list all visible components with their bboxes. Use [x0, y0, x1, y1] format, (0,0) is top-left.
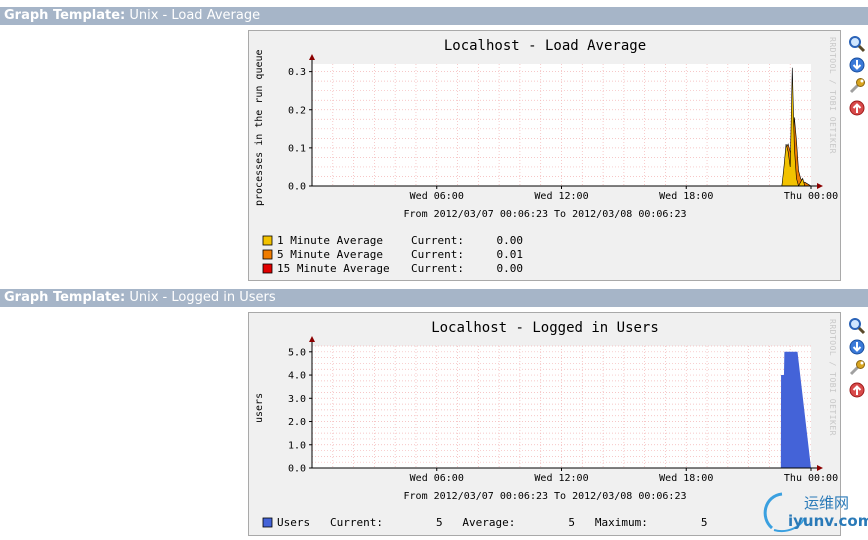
y-tick-label: 0.0	[288, 464, 306, 475]
legend: 1 Minute Average Current: 0.00 5 Minute Ave…	[262, 234, 524, 275]
y-tick-label: 4.0	[288, 371, 306, 382]
graph-title: Localhost - Load Average	[444, 38, 646, 54]
move-up-icon[interactable]	[848, 99, 866, 117]
watermark-en: iyunv.com	[788, 512, 868, 530]
y-tick-label: 1.0	[288, 440, 306, 451]
legend-swatch	[262, 517, 273, 528]
load-average-graph[interactable]: Localhost - Load Average processes in th…	[248, 30, 841, 281]
legend-stat-value: 0.00	[497, 234, 524, 247]
y-axis-label: users	[254, 393, 265, 423]
y-tick-label: 0.3	[288, 67, 306, 78]
plot-area: 0.0 0.1 0.2 0.3 Wed 06:00 Wed 12:00 Wed 18:00 T…	[288, 54, 838, 202]
move-up-icon[interactable]	[848, 381, 866, 399]
zoom-icon[interactable]	[848, 317, 866, 335]
y-tick-label: 0.2	[288, 105, 306, 116]
legend-stat-label: Current:	[411, 262, 464, 275]
x-tick-label: Wed 12:00	[534, 191, 588, 202]
y-axis-arrow	[309, 336, 315, 342]
properties-icon[interactable]	[848, 77, 866, 95]
plot-area: 0.0 1.0 2.0 3.0 4.0 5.0 Wed 06:00 Wed 12:00 Wed …	[288, 336, 838, 484]
graph-title: Localhost - Logged in Users	[431, 320, 659, 336]
template-name: Unix - Load Average	[129, 8, 261, 23]
zoom-icon[interactable]	[848, 35, 866, 53]
watermark-cn: 运维网	[804, 494, 850, 512]
legend-stat-value: 0.00	[497, 262, 524, 275]
legend-stat-label: Current:	[411, 234, 464, 247]
legend-stat-label: Current:	[411, 248, 464, 261]
x-tick-label: Thu 00:00	[784, 191, 838, 202]
x-axis-arrow	[817, 465, 823, 471]
date-range: From 2012/03/07 00:06:23 To 2012/03/08 0…	[404, 209, 687, 220]
legend-swatch	[262, 263, 273, 274]
x-tick-label: Wed 06:00	[410, 191, 464, 202]
template-name: Unix - Logged in Users	[129, 290, 276, 305]
y-tick-label: 0.1	[288, 143, 306, 154]
site-watermark: 运维网 iyunv.com	[758, 488, 868, 536]
download-icon[interactable]	[848, 56, 866, 74]
x-tick-label: Wed 18:00	[659, 191, 713, 202]
x-tick-label: Wed 18:00	[659, 473, 713, 484]
graph-template-header-users: Graph Template: Unix - Logged in Users	[0, 289, 868, 307]
logged-in-users-chart: Localhost - Logged in Users users RRDTOO…	[254, 319, 838, 529]
legend-swatch	[262, 235, 273, 246]
rrdtool-credit: RRDTOOL / TOBI OETIKER	[828, 37, 837, 154]
legend-swatch	[262, 249, 273, 260]
y-tick-label: 3.0	[288, 394, 306, 405]
legend: Users Current: 5 Average: 5 Maximum: 5	[262, 516, 707, 529]
y-axis-arrow	[309, 54, 315, 60]
template-label: Graph Template:	[4, 8, 126, 23]
template-label: Graph Template:	[4, 290, 126, 305]
legend-label: 15 Minute Average	[277, 262, 390, 275]
legend-label: 1 Minute Average	[277, 234, 383, 247]
x-tick-label: Thu 00:00	[784, 473, 838, 484]
y-axis-label: processes in the run queue	[254, 49, 265, 206]
load-average-chart: Localhost - Load Average processes in th…	[254, 37, 838, 275]
legend-stat-value: 0.01	[497, 248, 524, 261]
y-tick-label: 5.0	[288, 347, 306, 358]
y-tick-label: 0.0	[288, 182, 306, 193]
logged-in-users-graph[interactable]: Localhost - Logged in Users users RRDTOO…	[248, 312, 841, 536]
y-tick-label: 2.0	[288, 417, 306, 428]
x-axis-arrow	[817, 183, 823, 189]
download-icon[interactable]	[848, 338, 866, 356]
date-range: From 2012/03/07 00:06:23 To 2012/03/08 0…	[404, 491, 687, 502]
legend-label: 5 Minute Average	[277, 248, 383, 261]
rrdtool-credit: RRDTOOL / TOBI OETIKER	[828, 319, 837, 436]
graph-template-header-load: Graph Template: Unix - Load Average	[0, 7, 868, 25]
properties-icon[interactable]	[848, 359, 866, 377]
legend-label: Users Current: 5 Average: 5 Maximum: 5	[277, 516, 707, 529]
x-tick-label: Wed 06:00	[410, 473, 464, 484]
x-tick-label: Wed 12:00	[534, 473, 588, 484]
